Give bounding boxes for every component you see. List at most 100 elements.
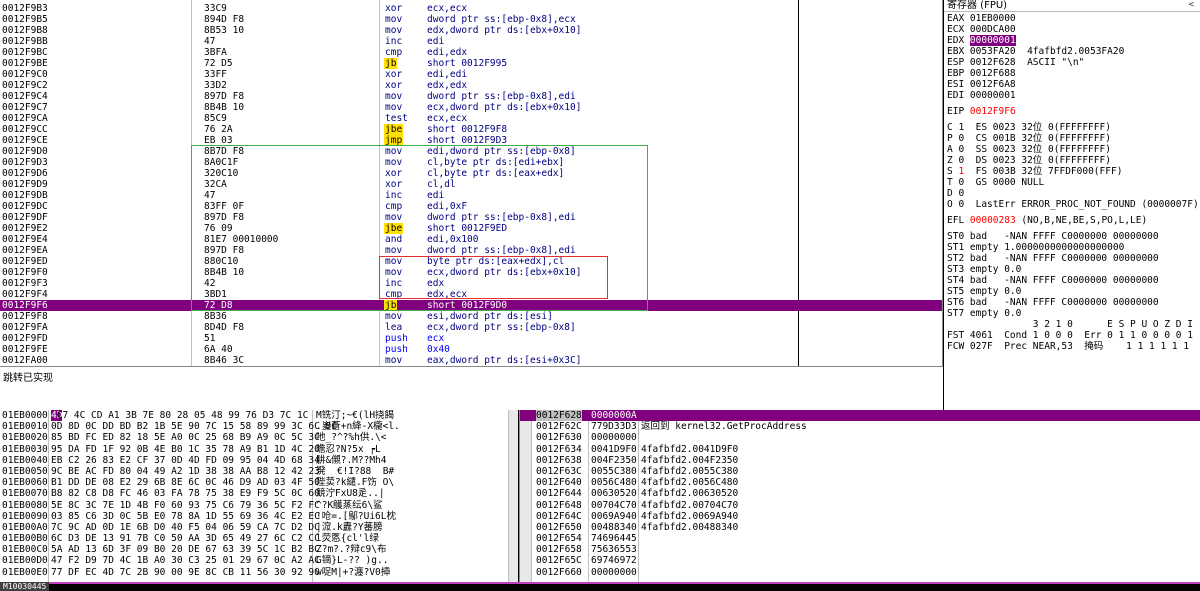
dump-row[interactable]: 01EB0050 9C BE AC FD 80 04 49 A2 1D 38 38… — [0, 466, 518, 477]
register-line[interactable]: FST 4061 Cond 1 0 0 0 Err 0 1 1 0 0 0 0 … — [947, 330, 1193, 341]
dump-row[interactable]: 01EB0040 EB C2 26 83 E2 CF 37 0D 4D FD 09… — [0, 455, 518, 466]
command-bar[interactable]: M10030445 — [0, 582, 1200, 591]
stack-row[interactable]: 0012F650 00488340 4fafbfd2.00488340 — [520, 522, 1200, 533]
dump-row[interactable]: 01EB0020 85 BD FC ED 82 18 5E A0 0C 25 68… — [0, 432, 518, 443]
register-line[interactable]: EDI 00000001 — [947, 90, 1016, 101]
stack-row[interactable]: 0012F65C 69746972 — [520, 555, 1200, 566]
mnemonic-text: jbe — [384, 124, 404, 135]
register-line[interactable]: EBP 0012F688 — [947, 68, 1016, 79]
disasm-row[interactable]: 0012F9BE 72 D5 jb short 0012F995 — [0, 58, 942, 69]
dump-row[interactable]: 01EB00C0 5A AD 13 6D 3F 09 B0 20 DE 67 63… — [0, 544, 518, 555]
dump-row[interactable]: 01EB0060 B1 DD DE 08 E2 29 6B 8E 6C 0C 46… — [0, 477, 518, 488]
dump-row[interactable]: 01EB00B0 6C D3 DE 13 91 7B C0 50 AA 3D 65… — [0, 533, 518, 544]
stack-row[interactable]: 0012F634 0041D9F0 4fafbfd2.0041D9F0 — [520, 444, 1200, 455]
stack-row[interactable]: 0012F658 75636553 — [520, 544, 1200, 555]
disasm-row[interactable]: 0012F9BC 3BFA cmp edi,edx — [0, 47, 942, 58]
disasm-row[interactable]: 0012F9F8 8B36 mov esi,dword ptr ds:[esi] — [0, 311, 942, 322]
register-line[interactable]: ST1 empty 1.0000000000000000000 — [947, 242, 1124, 253]
dump-row[interactable]: 01EB0030 95 DA FD 1F 92 0B 4E B0 1C 35 78… — [0, 444, 518, 455]
instruction-address: 0012F9CA — [2, 113, 48, 124]
dump-row[interactable]: 01EB0010 0D 8D 0C DD BD B2 1B 5E 90 7C 15… — [0, 421, 518, 432]
register-value[interactable]: 00000283 — [970, 215, 1016, 226]
stack-address: 0012F640 — [536, 477, 582, 489]
disasm-row[interactable]: 0012F9C0 33FF xor edi,edi — [0, 69, 942, 80]
stack-row[interactable]: 0012F640 0056C480 4fafbfd2.0056C480 — [520, 477, 1200, 488]
dump-row[interactable]: 01EB0090 03 85 C6 3D 0C 5B E0 78 8A 1D 55… — [0, 511, 518, 522]
register-line[interactable]: P 0 CS 001B 32位 0(FFFFFFFF) — [947, 133, 1111, 144]
hex-bytes-rest: C7 4C CD A1 3B 7E 80 28 05 48 99 76 D3 7… — [51, 410, 309, 421]
dump-row[interactable]: 01EB0080 5E 8C 3C 7E 1D 4B F0 60 93 75 C6… — [0, 500, 518, 511]
stack-row[interactable]: 0012F62C 779D33D3 返回到 kernel32.GetProcAddr… — [520, 421, 1200, 432]
dump-rows[interactable]: 01EB0000 4D C7 4C CD A1 3B 7E 80 28 05 48… — [0, 410, 518, 578]
register-line[interactable]: D 0 — [947, 188, 964, 199]
register-line[interactable]: EBX 0053FA20 4fafbfd2.0053FA20 — [947, 46, 1124, 57]
register-line[interactable]: ST5 empty 0.0 — [947, 286, 1021, 297]
register-line[interactable]: ST2 bad -NAN FFFF C0000000 00000000 — [947, 253, 1159, 264]
dump-row[interactable]: 01EB00A0 7C 9C AD 0D 1E 6B D0 40 F5 04 06… — [0, 522, 518, 533]
register-line[interactable]: S 1 FS 003B 32位 7FFDF000(FFF) — [947, 166, 1122, 177]
instruction-address: 0012F9B3 — [2, 3, 48, 14]
command-input[interactable]: M10030445 — [0, 582, 50, 591]
stack-row[interactable]: 0012F630 00000000 — [520, 432, 1200, 443]
register-line[interactable]: ECX 000DCA00 — [947, 24, 1016, 35]
register-value[interactable]: 0012F9F6 — [970, 106, 1016, 117]
stack-row[interactable]: 0012F644 00630520 4fafbfd2.00630520 — [520, 488, 1200, 499]
stack-row[interactable]: 0012F654 74696445 — [520, 533, 1200, 544]
stack-row[interactable]: 0012F648 00704C70 4fafbfd2.00704C70 — [520, 500, 1200, 511]
stack-rows[interactable]: 0012F628 0000000A 0012F62C 779D33D3 返回到 kern… — [520, 410, 1200, 578]
disasm-row[interactable]: 0012F9FD 51 push ecx — [0, 333, 942, 344]
stack-value: 004F2350 — [591, 454, 637, 466]
dump-row[interactable]: 01EB0070 B8 82 C8 D8 FC 46 03 FA 78 75 38… — [0, 488, 518, 499]
register-line[interactable]: EAX 01EB0000 — [947, 13, 1016, 24]
register-line[interactable]: ST4 bad -NAN FFFF C0000000 00000000 — [947, 275, 1159, 286]
registers-pane[interactable]: 寄存器 (FPU) < EAX 01EB0000 ECX 000DCA00 EDX … — [944, 0, 1200, 410]
register-line[interactable]: ST3 empty 0.0 — [947, 264, 1021, 275]
disassembly-pane[interactable]: 0012F9B3 33C9 xor ecx,ecx 0012F9B5 894D F8 mov… — [0, 0, 943, 366]
register-line[interactable]: C 1 ES 0023 32位 0(FFFFFFFF) — [947, 122, 1111, 133]
instruction-operands: ecx,dword ptr ss:[ebp-0x8] — [427, 322, 576, 333]
registers-title[interactable]: 寄存器 (FPU) — [944, 0, 1200, 12]
register-line[interactable]: ST6 bad -NAN FFFF C0000000 00000000 — [947, 297, 1159, 308]
stack-row[interactable]: 0012F638 004F2350 4fafbfd2.004F2350 — [520, 455, 1200, 466]
collapse-arrow-icon[interactable]: < — [1189, 0, 1194, 10]
disasm-row[interactable]: 0012F9B3 33C9 xor ecx,ecx — [0, 3, 942, 14]
dump-row[interactable]: 01EB00E0 77 DF EC 4D 7C 2B 90 00 9E 8C CB… — [0, 567, 518, 578]
register-line[interactable]: ST7 empty 0.0 — [947, 308, 1021, 319]
register-line[interactable]: Z 0 DS 0023 32位 0(FFFFFFFF) — [947, 155, 1111, 166]
stack-pane[interactable]: 0012F628 0000000A 0012F62C 779D33D3 返回到 kern… — [519, 410, 1200, 582]
register-line[interactable]: FCW 027F Prec NEAR,53 掩码 1 1 1 1 1 1 — [947, 341, 1189, 352]
disasm-row[interactable]: 0012F9C7 8B4B 10 mov ecx,dword ptr ds:[ebx+… — [0, 102, 942, 113]
register-line[interactable]: 3 2 1 0 E S P U O Z D I — [947, 319, 1193, 330]
disasm-row[interactable]: 0012F9FA 8D4D F8 lea ecx,dword ptr ss:[ebp-… — [0, 322, 942, 333]
register-name: EIP — [947, 106, 965, 117]
disasm-row[interactable]: 0012F9FE 6A 40 push 0x40 — [0, 344, 942, 355]
disasm-row[interactable]: 0012FA00 8B46 3C mov eax,dword ptr ds:[esi+… — [0, 355, 942, 366]
disasm-row[interactable]: 0012F9B5 894D F8 mov dword ptr ss:[ebp-0x8]… — [0, 14, 942, 25]
memory-dump-pane[interactable]: 01EB0000 4D C7 4C CD A1 3B 7E 80 28 05 48… — [0, 410, 518, 582]
disasm-row[interactable]: 0012F9C2 33D2 xor edx,edx — [0, 80, 942, 91]
register-line[interactable]: T 0 GS 0000 NULL — [947, 177, 1044, 188]
register-line[interactable]: O 0 LastErr ERROR_PROC_NOT_FOUND (000000… — [947, 199, 1199, 210]
disasm-row[interactable]: 0012F9BB 47 inc edi — [0, 36, 942, 47]
register-line[interactable]: ESI 0012F6A8 — [947, 79, 1016, 90]
stack-row[interactable]: 0012F660 00000000 — [520, 567, 1200, 578]
register-line[interactable]: ESP 0012F628 ASCII "\n" — [947, 57, 1084, 68]
disasm-row[interactable]: 0012F9CC 76 2A jbe short 0012F9F8 — [0, 124, 942, 135]
stack-row[interactable]: 0012F63C 0055C380 4fafbfd2.0055C380 — [520, 466, 1200, 477]
dump-row[interactable]: 01EB00D0 47 F2 D9 7D 4C 1B A0 30 C3 25 01… — [0, 555, 518, 566]
disasm-row[interactable]: 0012F9B8 8B53 10 mov edx,dword ptr ds:[ebx+… — [0, 25, 942, 36]
register-line[interactable]: EIP 0012F9F6 — [947, 106, 1016, 117]
register-line[interactable]: EFL 00000283 (NO,B,NE,BE,S,PO,L,LE) — [947, 215, 1147, 226]
stack-comment: 4fafbfd2.0069A940 — [641, 510, 739, 522]
instruction-address: 0012F9DF — [2, 212, 48, 223]
register-line[interactable]: EDX 00000001 — [947, 35, 1016, 46]
dump-address: 01EB00A0 — [2, 521, 48, 533]
register-line[interactable]: ST0 bad -NAN FFFF C0000000 00000000 — [947, 231, 1159, 242]
register-line[interactable]: A 0 SS 0023 32位 0(FFFFFFFF) — [947, 144, 1111, 155]
register-value[interactable]: 00000001 — [969, 35, 1016, 46]
dump-scrollbar[interactable] — [508, 410, 518, 582]
disasm-row[interactable]: 0012F9CA 85C9 test ecx,ecx — [0, 113, 942, 124]
dump-row[interactable]: 01EB0000 4D C7 4C CD A1 3B 7E 80 28 05 48… — [0, 410, 518, 422]
disasm-row[interactable]: 0012F9C4 897D F8 mov dword ptr ss:[ebp-0x8]… — [0, 91, 942, 102]
stack-row[interactable]: 0012F64C 0069A940 4fafbfd2.0069A940 — [520, 511, 1200, 522]
